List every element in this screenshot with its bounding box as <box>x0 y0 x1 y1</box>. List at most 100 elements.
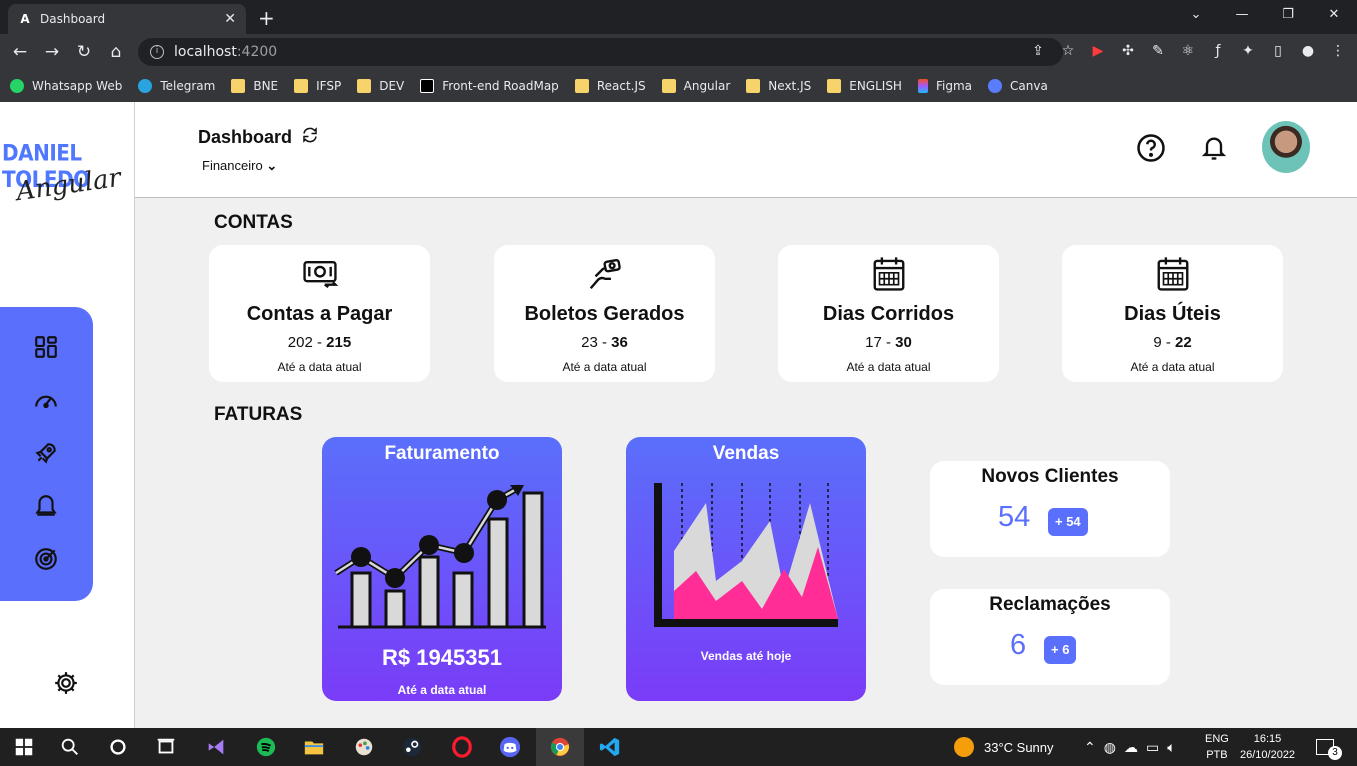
cortana-icon[interactable] <box>106 736 130 758</box>
chrome-icon[interactable] <box>548 736 572 758</box>
folder-icon <box>574 79 589 93</box>
bookmark-roadmap[interactable]: Front-end RoadMap <box>420 79 559 93</box>
figma-icon <box>917 79 928 93</box>
tab-title: Dashboard <box>40 12 106 26</box>
react-ext-icon[interactable]: ⚛ <box>1179 42 1197 60</box>
bookmark-folder[interactable]: ENGLISH <box>827 79 902 93</box>
category-dropdown-label: Financeiro <box>202 158 263 173</box>
language-indicator[interactable]: ENG PTB <box>1205 728 1229 766</box>
restore-icon[interactable]: ❐ <box>1265 0 1311 30</box>
bookmark-folder[interactable]: Angular <box>661 79 730 93</box>
notification-center[interactable]: 3 <box>1316 728 1348 766</box>
folder-icon <box>231 79 246 93</box>
opera-icon[interactable] <box>450 736 474 758</box>
reload-icon[interactable]: ↻ <box>68 42 100 62</box>
meet-icon[interactable]: ◍ <box>1104 739 1116 756</box>
tab-search-icon[interactable]: ⌄ <box>1173 0 1219 30</box>
spotify-icon[interactable] <box>254 736 278 758</box>
notification-bell-icon[interactable] <box>1200 133 1228 163</box>
bookmark-folder[interactable]: IFSP <box>294 79 341 93</box>
task-view-icon[interactable] <box>154 736 178 758</box>
card-subtitle: Vendas até hoje <box>700 649 792 663</box>
refresh-icon[interactable] <box>301 126 319 144</box>
steam-icon[interactable] <box>400 736 424 758</box>
angular-favicon-icon: A <box>20 12 30 26</box>
category-dropdown[interactable]: Financeiro ⌄ <box>202 158 277 174</box>
growth-badge: + 54 <box>1048 508 1088 536</box>
bookmark-folder[interactable]: DEV <box>357 79 404 93</box>
growth-chart-illustration <box>334 484 546 629</box>
folder-icon <box>746 79 761 93</box>
bookmark-star-icon[interactable]: ☆ <box>1059 42 1077 60</box>
bookmark-folder[interactable]: Next.JS <box>746 79 811 93</box>
forward-icon[interactable]: → <box>36 42 68 62</box>
browser-tab[interactable]: A Dashboard ✕ <box>8 4 246 34</box>
bookmark-whatsapp[interactable]: Whatsapp Web <box>10 79 122 93</box>
gear-icon[interactable] <box>53 670 79 696</box>
card-faturamento: Faturamento R$ 1945351 Até a data atual <box>322 437 562 701</box>
address-bar[interactable]: i localhost:4200 <box>138 38 1063 66</box>
network-icon[interactable]: ▭ <box>1146 739 1159 756</box>
windows-start-icon[interactable] <box>12 736 36 758</box>
new-tab-icon[interactable]: + <box>258 6 275 30</box>
search-icon[interactable] <box>58 736 82 758</box>
avatar[interactable] <box>1262 121 1310 173</box>
minimize-icon[interactable]: — <box>1219 0 1265 30</box>
rocket-icon[interactable] <box>33 440 59 466</box>
calendar-icon <box>1157 257 1189 291</box>
weather-text: 33°C Sunny <box>984 739 1054 755</box>
card-vendas: Vendas Vendas até hoje <box>626 437 866 701</box>
target-icon[interactable] <box>33 546 59 572</box>
card-title: Boletos Gerados <box>524 303 685 325</box>
card-boletos-gerados: Boletos Gerados 23 - 36 Até a data atual <box>494 245 715 382</box>
home-icon[interactable]: ⌂ <box>100 42 132 62</box>
file-explorer-icon[interactable] <box>302 736 326 758</box>
discord-icon[interactable] <box>498 736 522 758</box>
card-title: Dias Úteis <box>1124 303 1221 325</box>
section-title-faturas: FATURAS <box>214 404 303 425</box>
speedometer-icon[interactable] <box>33 387 59 413</box>
windows-taskbar: 33°C Sunny ⌃ ◍ ☁ ▭ 🔈︎ ENG PTB 16:15 26/1… <box>0 728 1357 766</box>
cloud-icon[interactable]: ☁ <box>1124 739 1138 756</box>
volume-icon[interactable]: 🔈︎ <box>1167 739 1175 756</box>
bookmark-folder[interactable]: BNE <box>231 79 278 93</box>
share-icon[interactable]: ⇪ <box>1029 42 1047 60</box>
vscode-icon[interactable] <box>598 736 622 758</box>
puzzle-icon[interactable]: ✦ <box>1239 42 1257 60</box>
url-host: localhost <box>174 44 237 60</box>
whatsapp-icon <box>10 79 24 93</box>
font-ext-icon[interactable]: ƒ <box>1209 42 1227 60</box>
reclamacoes-value: 6 <box>1010 629 1027 661</box>
ruler-ext-icon[interactable]: ✣ <box>1119 42 1137 60</box>
novos-clientes-value: 54 <box>998 501 1031 533</box>
bookmark-canva[interactable]: Canva <box>988 79 1048 93</box>
dashboard-grid-icon[interactable] <box>33 334 59 360</box>
weather-widget[interactable]: 33°C Sunny <box>954 728 1054 766</box>
close-tab-icon[interactable]: ✕ <box>224 11 236 27</box>
back-icon[interactable]: ← <box>4 42 36 62</box>
youtube-ext-icon[interactable]: ▶ <box>1089 42 1107 60</box>
clock[interactable]: 16:15 26/10/2022 <box>1240 728 1295 766</box>
card-title: Faturamento <box>384 443 500 464</box>
site-info-icon[interactable]: i <box>150 45 164 59</box>
bookmark-telegram[interactable]: Telegram <box>138 79 215 93</box>
card-values: 17 - 30 <box>865 334 912 351</box>
menu-dots-icon[interactable]: ⋮ <box>1329 42 1347 60</box>
chevron-up-icon[interactable]: ⌃ <box>1084 739 1096 756</box>
chevron-down-icon: ⌄ <box>266 158 278 173</box>
help-icon[interactable] <box>1136 133 1166 163</box>
visual-studio-icon[interactable] <box>204 736 228 758</box>
sidebar: DANIEL TOLEDO Angular <box>0 102 135 728</box>
card-title: Reclamações <box>989 594 1111 615</box>
profile-icon[interactable]: ● <box>1299 42 1317 60</box>
bookmark-figma[interactable]: Figma <box>917 79 972 93</box>
folder-icon <box>827 79 842 93</box>
pen-ext-icon[interactable]: ✎ <box>1149 42 1167 60</box>
paint-icon[interactable] <box>352 736 376 758</box>
close-window-icon[interactable]: ✕ <box>1311 0 1357 30</box>
card-values: 23 - 36 <box>581 334 628 351</box>
bookmark-folder[interactable]: React.JS <box>574 79 646 93</box>
sidepanel-icon[interactable]: ▯ <box>1269 42 1287 60</box>
bell-outline-icon[interactable] <box>33 493 59 519</box>
bookmarks-bar: Whatsapp Web Telegram BNE IFSP DEV Front… <box>0 70 1357 102</box>
